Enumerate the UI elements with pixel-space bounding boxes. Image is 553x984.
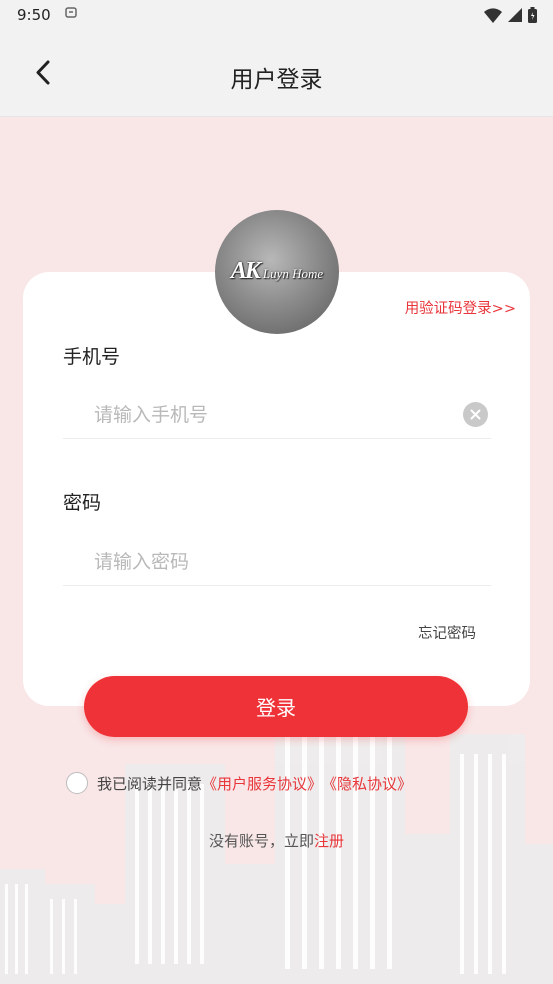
register-link[interactable]: 注册: [314, 832, 344, 850]
status-time: 9:50: [17, 6, 51, 24]
status-bar: 9:50: [0, 0, 553, 30]
agreement-row: 我已阅读并同意 《用户服务协议》 《隐私协议》: [66, 771, 412, 795]
status-icons: [484, 7, 537, 23]
phone-label: 手机号: [63, 346, 121, 368]
signal-icon: [508, 8, 522, 22]
password-label: 密码: [63, 492, 102, 514]
register-row: 没有账号，立即注册: [0, 830, 553, 851]
sms-login-link[interactable]: 用验证码登录>>: [405, 297, 516, 318]
wifi-icon: [484, 7, 502, 23]
notification-icon: [64, 6, 78, 23]
page-title: 用户登录: [230, 67, 323, 93]
battery-icon: [528, 7, 537, 23]
terms-link[interactable]: 《用户服务协议》: [202, 773, 322, 794]
logo-brand: Luyn Home: [262, 266, 324, 281]
clear-phone-button[interactable]: [463, 402, 488, 427]
privacy-link[interactable]: 《隐私协议》: [322, 773, 412, 794]
login-button[interactable]: 登录: [84, 676, 468, 737]
agreement-checkbox[interactable]: [66, 772, 88, 794]
password-input[interactable]: [63, 538, 491, 586]
clear-icon: [470, 409, 481, 420]
nav-bar: 用户登录: [0, 30, 553, 117]
logo-ak: AK: [230, 258, 261, 284]
phone-input[interactable]: [63, 391, 491, 439]
register-prefix: 没有账号，立即: [208, 832, 314, 850]
logo-text: AK Luyn Home: [215, 258, 339, 285]
forgot-password-link[interactable]: 忘记密码: [418, 622, 476, 643]
app-logo-avatar: AK Luyn Home: [215, 210, 339, 334]
agreement-text: 我已阅读并同意: [97, 774, 203, 793]
